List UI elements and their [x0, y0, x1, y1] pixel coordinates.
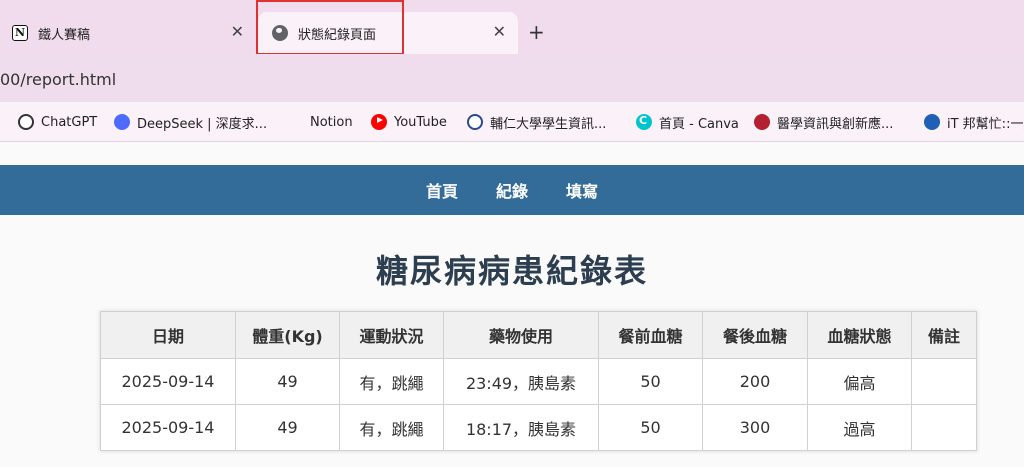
ithome-icon [924, 114, 940, 130]
cell-weight: 49 [235, 358, 340, 405]
cell-exercise: 有，跳繩 [339, 358, 444, 405]
tab-highlight-annotation [256, 0, 404, 55]
header-notes: 備註 [911, 311, 977, 359]
cell-medication: 18:17，胰島素 [443, 404, 599, 451]
bookmark-chatgpt[interactable]: ChatGPT [18, 113, 97, 131]
header-glucose-status: 血糖狀態 [807, 311, 912, 359]
cell-pre-meal-glucose: 50 [598, 358, 703, 405]
bookmark-label: 首頁 - Canva [659, 116, 739, 132]
page-title: 糖尿病病患紀錄表 [375, 252, 648, 290]
header-exercise: 運動狀況 [339, 311, 444, 359]
cell-post-meal-glucose: 300 [702, 404, 808, 451]
nav-records[interactable]: 紀錄 [496, 178, 528, 202]
header-pre-meal-glucose: 餐前血糖 [598, 311, 703, 359]
bookmark-youtube[interactable]: YouTube [371, 113, 447, 131]
bookmark-label: 輔仁大學學生資訊... [490, 116, 607, 132]
close-icon[interactable]: ✕ [231, 22, 244, 41]
cell-pre-meal-glucose: 50 [598, 404, 703, 451]
table-row: 2025-09-14 49 有，跳繩 18:17，胰島素 50 300 過高 [100, 404, 977, 451]
browser-tab-strip: N 鐵人賽稿 ✕ 狀態紀錄頁面 ✕ + [0, 0, 1024, 55]
bookmark-label: DeepSeek | 深度求... [137, 116, 268, 132]
youtube-icon [371, 114, 387, 130]
url-field[interactable]: 00/report.html [0, 70, 116, 89]
record-table: 日期 體重(Kg) 運動狀況 藥物使用 餐前血糖 餐後血糖 血糖狀態 備註 20… [100, 311, 977, 451]
cell-exercise: 有，跳繩 [339, 404, 444, 451]
tab-title: 鐵人賽稿 [38, 28, 91, 43]
cell-weight: 49 [235, 404, 340, 451]
bookmark-label: YouTube [394, 114, 447, 130]
header-weight: 體重(Kg) [235, 311, 340, 359]
bookmark-label: iT 邦幫忙::一起 [947, 116, 1024, 132]
header-post-meal-glucose: 餐後血糖 [702, 311, 808, 359]
notion-icon: N [12, 25, 28, 41]
chatgpt-icon [18, 114, 34, 130]
bookmark-tmu[interactable]: 醫學資訊與創新應... [754, 113, 894, 132]
table-header-row: 日期 體重(Kg) 運動狀況 藥物使用 餐前血糖 餐後血糖 血糖狀態 備註 [100, 311, 977, 359]
tmu-icon [754, 114, 770, 130]
address-bar: 00/report.html [0, 54, 1024, 102]
new-tab-button[interactable]: + [528, 20, 545, 44]
cell-date: 2025-09-14 [100, 358, 236, 405]
fju-icon [467, 114, 483, 130]
header-date: 日期 [100, 311, 236, 359]
bookmark-notion[interactable]: Notion [286, 113, 353, 131]
cell-date: 2025-09-14 [100, 404, 236, 451]
bookmark-fju[interactable]: 輔仁大學學生資訊... [467, 113, 607, 132]
top-navigation: 首頁 紀錄 填寫 [0, 165, 1024, 215]
nav-home[interactable]: 首頁 [426, 178, 458, 202]
nav-fill[interactable]: 填寫 [566, 178, 598, 202]
canva-icon [636, 114, 652, 130]
cell-post-meal-glucose: 200 [702, 358, 808, 405]
cell-glucose-status: 過高 [807, 404, 912, 451]
cell-notes [911, 404, 977, 451]
bookmarks-bar: ChatGPT DeepSeek | 深度求... Notion YouTube… [0, 102, 1024, 142]
page-content: 首頁 紀錄 填寫 糖尿病病患紀錄表 日期 體重(Kg) 運動狀況 藥物使用 餐前… [0, 142, 1024, 467]
bookmark-canva[interactable]: 首頁 - Canva [636, 113, 739, 132]
table-row: 2025-09-14 49 有，跳繩 23:49，胰島素 50 200 偏高 [100, 358, 977, 405]
cell-notes [911, 358, 977, 405]
deepseek-icon [114, 114, 130, 130]
close-icon[interactable]: ✕ [493, 22, 506, 41]
bookmark-label: 醫學資訊與創新應... [777, 116, 894, 132]
header-medication: 藥物使用 [443, 311, 599, 359]
cell-glucose-status: 偏高 [807, 358, 912, 405]
bookmark-label: Notion [310, 114, 353, 130]
bookmark-ithome[interactable]: iT 邦幫忙::一起 [924, 113, 1024, 132]
bookmark-label: ChatGPT [41, 114, 98, 130]
bookmark-deepseek[interactable]: DeepSeek | 深度求... [114, 113, 268, 132]
tab-notes[interactable]: N 鐵人賽稿 ✕ [0, 12, 256, 54]
cell-medication: 23:49，胰島素 [443, 358, 599, 405]
